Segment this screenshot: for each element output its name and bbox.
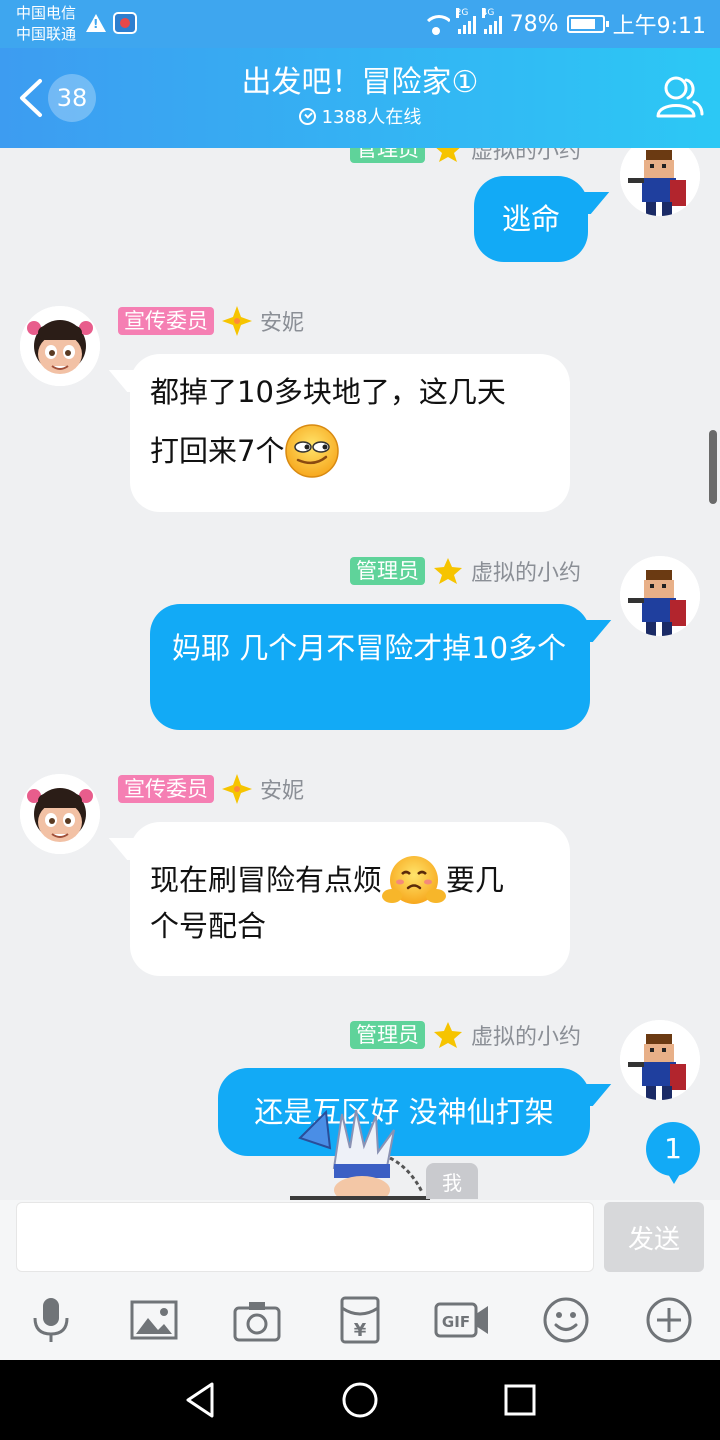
message-text-line: 现在刷冒险有点烦 xyxy=(150,863,383,897)
worried-emoji-icon xyxy=(382,856,447,904)
svg-text:GIF: GIF xyxy=(442,1313,470,1331)
image-icon[interactable] xyxy=(130,1296,178,1344)
publicity-badge: 宣传委员 xyxy=(118,775,214,803)
admin-badge: 管理员 xyxy=(350,148,425,163)
message-text-line: 要几 xyxy=(446,863,505,897)
chat-header: 38 出发吧！冒险家① 1388人在线 xyxy=(0,48,720,148)
smirk-emoji-icon xyxy=(285,424,340,478)
avatar[interactable] xyxy=(620,1020,700,1100)
emoji-icon[interactable] xyxy=(542,1296,590,1344)
system-nav-bar xyxy=(0,1360,720,1440)
avatar[interactable] xyxy=(620,556,700,636)
publicity-badge: 宣传委员 xyxy=(118,307,214,335)
carrier-1: 中国电信 xyxy=(16,4,77,22)
clock: 上午9:11 xyxy=(612,14,706,39)
group-members-icon[interactable] xyxy=(652,72,704,124)
page-title: 出发吧！冒险家① xyxy=(241,65,479,100)
message-input[interactable] xyxy=(16,1202,594,1272)
composer: 发送 xyxy=(0,1200,720,1280)
check-circle-icon xyxy=(298,108,316,125)
avatar[interactable] xyxy=(20,774,100,854)
status-right: 2G 4G 78% 上午9:11 xyxy=(421,8,706,40)
admin-badge: 管理员 xyxy=(350,1021,425,1049)
message-header: 管理员 虚拟的小约 xyxy=(350,556,581,586)
camera-icon[interactable] xyxy=(233,1296,281,1344)
sender-name: 虚拟的小约 xyxy=(471,148,582,164)
sender-name: 虚拟的小约 xyxy=(471,561,582,586)
sparkle-icon xyxy=(222,306,252,336)
message-header-clipped: 管理员 虚拟的小约 xyxy=(350,148,581,164)
svg-text:¥: ¥ xyxy=(354,1320,367,1341)
online-count: 1388人在线 xyxy=(0,106,720,130)
recents-nav-icon[interactable] xyxy=(500,1380,540,1420)
gif-icon[interactable]: GIF xyxy=(434,1296,490,1344)
carrier-2: 中国联通 xyxy=(16,25,77,43)
app-notification-icon xyxy=(113,12,137,34)
character-sticker-icon xyxy=(290,1109,430,1200)
send-button[interactable]: 发送 xyxy=(604,1202,704,1272)
message-bubble[interactable]: 都掉了10多块地了，这几天 打回来7个 xyxy=(130,354,570,512)
status-bar: 中国电信 中国联通 2G 4G 78% 上午9:11 xyxy=(0,0,720,48)
admin-badge: 管理员 xyxy=(350,557,425,585)
message-bubble[interactable]: 逃命 xyxy=(474,176,588,262)
message-header: 管理员 虚拟的小约 xyxy=(350,1020,581,1050)
message-header: 宣传委员 安妮 xyxy=(118,774,304,804)
online-count-label: 1388人在线 xyxy=(321,107,422,128)
star-icon xyxy=(436,148,460,162)
avatar[interactable] xyxy=(620,148,700,216)
input-toolbar: ¥ GIF xyxy=(0,1280,720,1360)
battery-percent: 78% xyxy=(509,11,559,37)
avatar[interactable] xyxy=(20,306,100,386)
sender-name: 安妮 xyxy=(260,311,305,336)
back-nav-icon[interactable] xyxy=(180,1380,220,1420)
wifi-icon xyxy=(421,13,450,35)
microphone-icon[interactable] xyxy=(27,1296,75,1344)
message-text-line-row: 打回来7个 xyxy=(150,422,550,480)
home-nav-icon[interactable] xyxy=(340,1380,380,1420)
signal-icon-4g: 4G xyxy=(481,8,502,34)
sender-name: 虚拟的小约 xyxy=(471,1025,582,1050)
me-tag: 我 xyxy=(426,1163,478,1199)
new-message-count-badge[interactable]: 1 xyxy=(646,1122,700,1184)
message-header: 宣传委员 安妮 xyxy=(118,306,304,336)
message-list[interactable]: 管理员 虚拟的小约 逃命 宣传委员 安妮 都掉了10多块地了，这几天 打回来7个… xyxy=(0,148,720,1200)
sender-name: 安妮 xyxy=(260,779,305,804)
battery-icon xyxy=(566,15,609,33)
message-text-line: 个号配合 xyxy=(150,909,267,943)
red-packet-icon[interactable]: ¥ xyxy=(336,1296,384,1344)
warning-icon xyxy=(86,14,106,32)
message-text-line: 打回来7个 xyxy=(150,434,285,468)
message-bubble[interactable]: 现在刷冒险有点烦 要几 个号配合 xyxy=(130,822,570,976)
message-bubble[interactable]: 妈耶 几个月不冒险才掉10多个 xyxy=(150,604,590,730)
plus-icon[interactable] xyxy=(645,1296,693,1344)
star-icon xyxy=(434,558,462,584)
scrollbar-thumb[interactable] xyxy=(709,430,717,504)
message-text-line-row: 现在刷冒险有点烦 要几 xyxy=(150,852,550,908)
signal-icon-2g: 2G xyxy=(455,8,476,34)
message-text-line: 都掉了10多块地了，这几天 xyxy=(150,375,506,409)
star-icon xyxy=(434,1022,462,1048)
sparkle-icon xyxy=(222,774,252,804)
